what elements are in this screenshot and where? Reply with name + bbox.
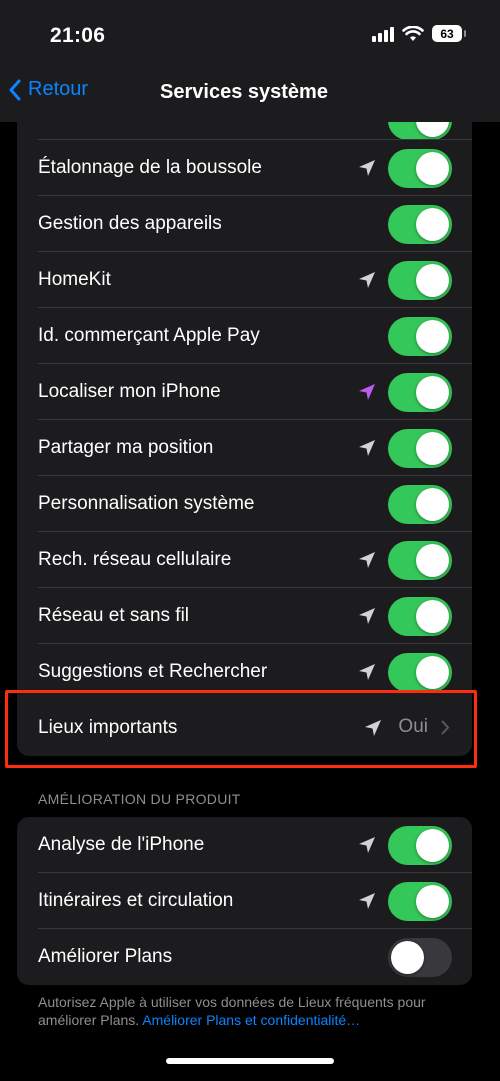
toggle-switch[interactable] [388, 653, 452, 692]
toggle-switch[interactable] [388, 597, 452, 636]
navigation-bar: Retour Services système [0, 64, 500, 122]
list-item: Analyse de l'iPhone [17, 817, 472, 873]
location-arrow-icon [359, 440, 375, 456]
toggle-knob [416, 432, 449, 465]
toggle-switch[interactable] [388, 541, 452, 580]
row-label: Suggestions et Rechercher [38, 661, 268, 682]
row-label: Analyse de l'iPhone [38, 834, 205, 855]
wifi-icon [402, 25, 424, 41]
toggle-switch[interactable] [388, 826, 452, 865]
product-improvement-group: Analyse de l'iPhone Itinéraires et circul… [17, 817, 472, 985]
status-icons: 63 [372, 25, 466, 42]
battery-icon: 63 [432, 25, 466, 42]
toggle-switch[interactable] [388, 485, 452, 524]
list-item: Étalonnage de la boussole [17, 140, 472, 196]
location-arrow-icon [359, 608, 375, 624]
location-arrow-icon [365, 720, 381, 736]
list-item: Améliorer Plans [17, 929, 472, 985]
row-label: Rech. réseau cellulaire [38, 549, 232, 570]
list-item: Partager ma position [17, 420, 472, 476]
partial-row [17, 122, 472, 140]
footer-note: Autorisez Apple à utiliser vos données d… [38, 993, 468, 1029]
list-item: Réseau et sans fil [17, 588, 472, 644]
page-title: Services système [160, 81, 328, 103]
location-arrow-icon [359, 552, 375, 568]
toggle-knob [416, 488, 449, 521]
row-value: Oui [398, 716, 428, 737]
row-label: HomeKit [38, 269, 111, 290]
location-arrow-icon [359, 837, 375, 853]
toggle-knob [416, 544, 449, 577]
status-bar: 21:06 63 [0, 0, 500, 64]
toggle-switch[interactable] [388, 429, 452, 468]
toggle-switch[interactable] [388, 205, 452, 244]
toggle-knob [416, 656, 449, 689]
row-label: Itinéraires et circulation [38, 890, 234, 911]
row-label: Réseau et sans fil [38, 605, 190, 626]
row-label: Étalonnage de la boussole [38, 157, 262, 178]
system-services-group: Étalonnage de la boussole Gestion des app… [17, 122, 472, 756]
list-item: Personnalisation système [17, 476, 472, 532]
toggle-knob [416, 600, 449, 633]
clock: 21:06 [50, 24, 106, 47]
location-arrow-icon [359, 272, 375, 288]
row-label: Gestion des appareils [38, 213, 222, 234]
toggle-knob [416, 885, 449, 918]
toggle-switch[interactable] [388, 317, 452, 356]
section-header: AMÉLIORATION DU PRODUIT [38, 791, 241, 807]
location-arrow-icon [359, 160, 375, 176]
toggle-knob [416, 320, 449, 353]
home-indicator[interactable] [166, 1058, 334, 1064]
location-arrow-icon [359, 664, 375, 680]
list-item: Localiser mon iPhone [17, 364, 472, 420]
footer-link[interactable]: Améliorer Plans et confidentialité… [142, 1012, 360, 1028]
list-item: HomeKit [17, 252, 472, 308]
row-label: Id. commerçant Apple Pay [38, 325, 260, 346]
toggle-knob [416, 152, 449, 185]
toggle-knob [416, 829, 449, 862]
row-label: Lieux importants [38, 717, 178, 738]
row-label: Partager ma position [38, 437, 214, 458]
chevron-right-icon [441, 720, 450, 735]
row-label: Améliorer Plans [38, 946, 173, 967]
toggle-knob [416, 264, 449, 297]
toggle-switch[interactable] [388, 261, 452, 300]
list-item: Id. commerçant Apple Pay [17, 308, 472, 364]
cellular-signal-icon [372, 26, 394, 42]
list-item: Gestion des appareils [17, 196, 472, 252]
list-item: Suggestions et Rechercher [17, 644, 472, 700]
location-arrow-icon [359, 893, 375, 909]
toggle-knob [391, 941, 424, 974]
list-item-lieux-importants[interactable]: Lieux importants Oui [17, 700, 472, 756]
list-item: Rech. réseau cellulaire [17, 532, 472, 588]
toggle-switch[interactable] [388, 122, 452, 140]
toggle-knob [416, 208, 449, 241]
location-arrow-icon [359, 384, 375, 400]
list-item: Itinéraires et circulation [17, 873, 472, 929]
toggle-knob [416, 376, 449, 409]
row-label: Localiser mon iPhone [38, 381, 221, 402]
toggle-switch[interactable] [388, 373, 452, 412]
toggle-switch[interactable] [388, 882, 452, 921]
toggle-switch[interactable] [388, 938, 452, 977]
row-label: Personnalisation système [38, 493, 255, 514]
toggle-switch[interactable] [388, 149, 452, 188]
